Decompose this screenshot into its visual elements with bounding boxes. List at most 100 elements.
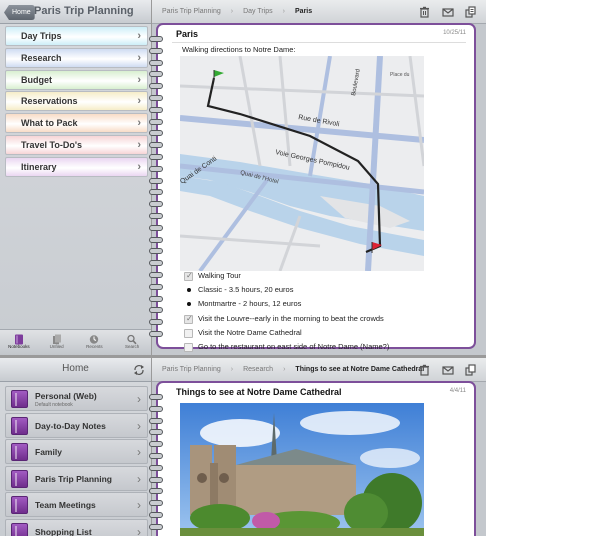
page-header: Paris Trip Planning › Day Trips › Paris <box>152 0 486 24</box>
page-title[interactable]: Paris <box>176 29 198 39</box>
list-item[interactable]: Visit the Notre Dame Cathedral <box>184 326 389 340</box>
recents-icon <box>89 332 99 344</box>
page-title[interactable]: Things to see at Notre Dame Cathedral <box>176 387 342 397</box>
breadcrumb-separator-icon: › <box>282 8 286 15</box>
sync-icon[interactable] <box>133 363 145 381</box>
checked-checkbox-icon[interactable] <box>184 269 193 283</box>
cathedral-photo <box>180 403 424 536</box>
binder-ring <box>149 68 163 80</box>
bullet-icon <box>187 288 191 293</box>
spiral-binding <box>149 391 163 536</box>
left-panel-home: Home Personal (Web) Default notebook › Day-… <box>0 358 151 536</box>
section-label: Reservations <box>21 96 78 107</box>
binder-ring <box>149 33 163 45</box>
tab-notebooks[interactable]: Notebooks <box>0 330 38 355</box>
section-label: Day Trips <box>21 31 62 41</box>
section-tab-4[interactable]: What to Pack › <box>5 113 148 134</box>
notebook-icon <box>11 390 28 408</box>
section-tab-6[interactable]: Itinerary › <box>5 156 148 177</box>
notebook-item[interactable]: Day-to-Day Notes › <box>5 412 148 438</box>
binder-ring <box>149 462 163 474</box>
home-title: Home <box>62 363 89 374</box>
tab-label: Search <box>124 344 140 349</box>
title-divider <box>172 42 466 43</box>
binder-ring <box>149 139 163 151</box>
breadcrumb-section[interactable]: Research <box>243 366 273 373</box>
email-icon[interactable] <box>442 5 454 17</box>
directions-text[interactable]: Walking directions to Notre Dame: <box>182 45 296 54</box>
breadcrumb-section[interactable]: Day Trips <box>243 8 273 15</box>
binder-ring <box>149 116 163 128</box>
chevron-right-icon: › <box>137 73 141 86</box>
checkbox-icon[interactable] <box>184 342 193 352</box>
section-tab-3[interactable]: Reservations › <box>5 91 148 112</box>
page-header: Paris Trip Planning › Research › Things to s… <box>152 358 486 382</box>
breadcrumb-page: Things to see at Notre Dame Cathedral <box>295 366 425 373</box>
tab-recents[interactable]: Recents <box>76 330 114 355</box>
notebooks-screen: Home Personal (Web) Default notebook › Day-… <box>0 358 486 536</box>
binder-ring <box>149 450 163 462</box>
section-label: Itinerary <box>21 161 57 172</box>
tab-label: Unfiled <box>49 344 64 349</box>
list-item[interactable]: Walking Tour <box>184 269 389 283</box>
chevron-right-icon: › <box>137 392 141 406</box>
notebook-item[interactable]: Family › <box>5 439 148 464</box>
note-page[interactable]: Paris 10/25/11 Walking directions to Not… <box>149 23 476 352</box>
right-panel-research: Paris Trip Planning › Research › Things to s… <box>149 358 486 536</box>
breadcrumb: Paris Trip Planning › Research › Things to s… <box>162 366 434 373</box>
home-button[interactable]: Home <box>4 5 35 20</box>
binder-ring <box>149 316 163 328</box>
breadcrumb-notebook[interactable]: Paris Trip Planning <box>162 8 221 15</box>
notebook-item[interactable]: Personal (Web) Default notebook › <box>5 386 148 411</box>
binder-ring <box>149 245 163 257</box>
section-label: Travel To-Do's <box>21 139 82 150</box>
trash-icon[interactable] <box>419 5 430 18</box>
notebook-item[interactable]: Shopping List › <box>5 518 148 536</box>
binder-ring <box>149 426 163 438</box>
notebook-item[interactable]: Paris Trip Planning › <box>5 465 148 491</box>
page-date: 4/4/11 <box>449 388 466 394</box>
chevron-right-icon: › <box>137 524 141 536</box>
notebook-icon <box>11 416 28 435</box>
notebook-name: Shopping List <box>35 526 92 536</box>
binder-ring <box>149 80 163 92</box>
tab-search[interactable]: Search <box>113 330 151 355</box>
section-tab-2[interactable]: Budget › <box>5 69 148 90</box>
binder-ring <box>149 92 163 104</box>
notebook-icon <box>11 443 28 461</box>
tab-label: Notebooks <box>8 344 30 349</box>
share-icon[interactable] <box>465 5 476 18</box>
checkbox-icon[interactable] <box>184 328 193 338</box>
section-list: Day Trips › Research › Budget › Reservations › W… <box>5 26 148 179</box>
list-item[interactable]: Montmartre - 2 hours, 12 euros <box>184 297 389 311</box>
binder-ring <box>149 391 163 403</box>
tab-unfiled[interactable]: Unfiled <box>38 330 76 355</box>
note-page[interactable]: Things to see at Notre Dame Cathedral 4/… <box>149 381 476 536</box>
chevron-right-icon: › <box>137 30 141 42</box>
binder-ring <box>149 104 163 116</box>
binder-ring <box>149 497 163 509</box>
breadcrumb-notebook[interactable]: Paris Trip Planning <box>162 366 221 373</box>
list-item[interactable]: Visit the Louvre--early in the morning t… <box>184 312 389 326</box>
email-icon[interactable] <box>442 363 454 375</box>
notebook-item[interactable]: Team Meetings › <box>5 492 148 517</box>
section-tab-0[interactable]: Day Trips › <box>5 26 148 46</box>
binder-ring <box>149 521 163 533</box>
trash-icon[interactable] <box>419 363 430 376</box>
bullet-icon <box>187 302 191 307</box>
list-item[interactable]: Classic - 3.5 hours, 20 euros <box>184 283 389 297</box>
map-label-place: Place du <box>390 72 410 78</box>
section-tab-1[interactable]: Research › <box>5 47 148 68</box>
section-view-screen: Home Paris Trip Planning Day Trips › Resea… <box>0 0 486 355</box>
list-item-text: Visit the Louvre--early in the morning t… <box>198 313 384 323</box>
share-icon[interactable] <box>465 363 476 376</box>
section-tab-5[interactable]: Travel To-Do's › <box>5 134 148 155</box>
list-item[interactable]: Go to the restaurant on east side of Not… <box>184 340 389 354</box>
header-actions <box>419 5 476 18</box>
checked-checkbox-icon[interactable] <box>184 312 193 326</box>
notebook-name: Paris Trip Planning <box>35 473 112 484</box>
binder-ring <box>149 304 163 316</box>
breadcrumb: Paris Trip Planning › Day Trips › Paris <box>162 8 322 15</box>
breadcrumb-page: Paris <box>295 8 313 15</box>
binder-ring <box>149 509 163 521</box>
